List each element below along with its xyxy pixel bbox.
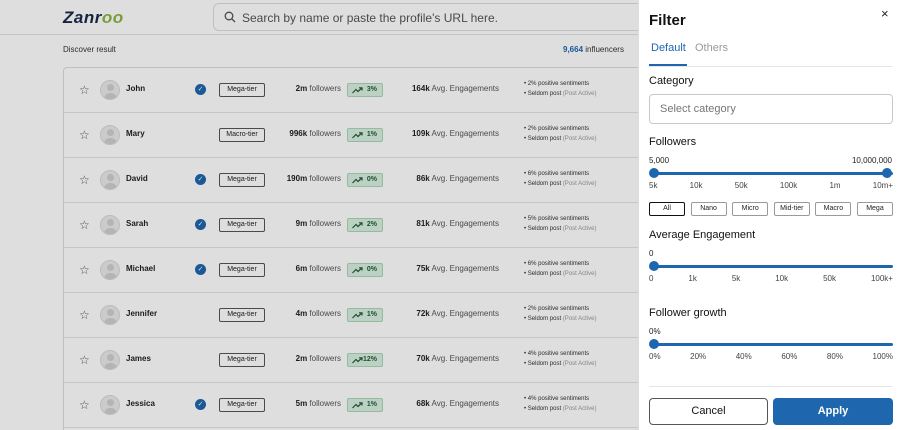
followers-slider-track[interactable] [653, 172, 893, 175]
apply-button[interactable]: Apply [773, 398, 893, 425]
tabs-divider [649, 66, 892, 67]
tab-others[interactable]: Others [695, 42, 728, 54]
followers-tick: 100k [779, 181, 798, 190]
growth-ticks: 0% 20% 40% 60% 80% 100% [649, 352, 893, 361]
followers-tick: 5k [649, 181, 658, 190]
growth-label: Follower growth [649, 307, 727, 319]
engagement-tick: 5k [731, 274, 741, 283]
followers-max-value: 10,000,000 [851, 156, 892, 165]
growth-slider-handle[interactable] [649, 339, 659, 349]
modal-backdrop[interactable] [0, 0, 638, 430]
growth-value: 0% [649, 327, 661, 336]
size-button-mid-tier[interactable]: Mid-tier [773, 202, 810, 216]
filter-title: Filter [649, 12, 686, 29]
tab-default[interactable]: Default [651, 42, 686, 54]
engagement-tick: 0 [649, 274, 654, 283]
engagement-value: 0 [649, 249, 654, 258]
category-label: Category [649, 75, 694, 87]
growth-tick: 100% [872, 352, 893, 361]
engagement-tick: 100k+ [870, 274, 893, 283]
followers-tick: 10m+ [872, 181, 893, 190]
size-button-nano[interactable]: Nano [690, 202, 727, 216]
size-button-mega[interactable]: Mega [856, 202, 893, 216]
followers-slider-min-handle[interactable] [649, 168, 659, 178]
engagement-ticks: 0 1k 5k 10k 50k 100k+ [649, 274, 893, 283]
followers-ticks: 5k 10k 50k 100k 1m 10m+ [649, 181, 893, 190]
followers-tick: 50k [734, 181, 748, 190]
followers-label: Followers [649, 136, 697, 148]
engagement-tick: 50k [823, 274, 836, 283]
growth-tick: 80% [826, 352, 843, 361]
engagement-label: Average Engagement [649, 229, 756, 241]
growth-tick: 40% [735, 352, 752, 361]
size-button-all[interactable]: All [649, 202, 685, 216]
growth-tick: 60% [781, 352, 798, 361]
growth-slider-track[interactable] [653, 343, 893, 346]
growth-tick: 20% [690, 352, 707, 361]
footer-divider [649, 386, 892, 387]
filter-panel: Filter × Default Others Category Select … [638, 0, 900, 430]
growth-tick: 0% [649, 352, 661, 361]
engagement-tick: 10k [775, 274, 789, 283]
engagement-tick: 1k [688, 274, 697, 283]
category-select[interactable]: Select category [649, 94, 893, 124]
close-icon[interactable]: × [881, 6, 889, 21]
size-button-micro[interactable]: Micro [732, 202, 769, 216]
cancel-button[interactable]: Cancel [649, 398, 768, 425]
followers-tick: 1m [829, 181, 841, 190]
size-button-macro[interactable]: Macro [815, 202, 852, 216]
engagement-slider-track[interactable] [653, 265, 893, 268]
followers-min-value: 5,000 [649, 156, 670, 165]
follower-size-buttons: All Nano Micro Mid-tier Macro Mega [649, 202, 893, 216]
engagement-slider-handle[interactable] [649, 261, 659, 271]
followers-tick: 10k [689, 181, 703, 190]
followers-slider-max-handle[interactable] [882, 168, 892, 178]
